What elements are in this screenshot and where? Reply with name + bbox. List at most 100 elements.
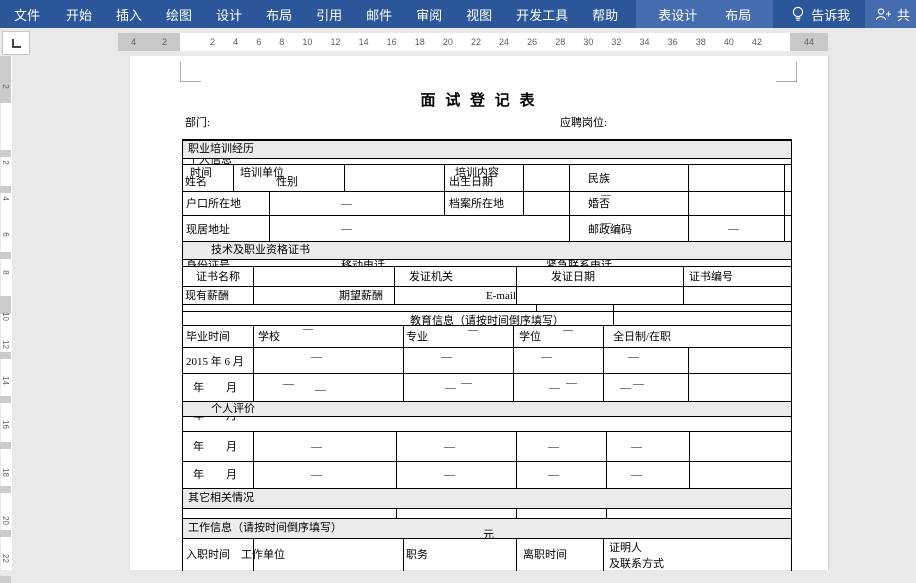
cell-border [513, 348, 514, 373]
vertical-ruler-number: 12 [1, 339, 10, 350]
form-table[interactable]: 职业培训经历 个人信息 时间 姓名 培训单位 性别 培训内容 出生日期 民族 户… [182, 139, 792, 571]
horizontal-ruler[interactable]: 24681012141618202224262830323436384042 [180, 33, 790, 51]
crop-mark-top-right [776, 62, 797, 82]
cell-border [513, 374, 514, 401]
dash-mark: — [549, 383, 560, 394]
year-month-label: 年 月 [193, 469, 237, 482]
cell-border [444, 165, 445, 191]
ghost-dash: — [468, 325, 478, 336]
ruler-number: 30 [583, 33, 593, 51]
cell-border [444, 192, 445, 215]
ribbon-tab[interactable]: 插入 [104, 0, 154, 28]
ruler-number: 4 [131, 33, 136, 51]
dash-mark: — [620, 383, 631, 394]
section-header-education: 教育信息（请按时间倒序填写） [183, 311, 791, 325]
cell-border [683, 287, 684, 304]
vertical-ruler-number: 18 [1, 467, 10, 478]
vertical-ruler-segment [0, 486, 11, 493]
ribbon-tab[interactable]: 邮件 [354, 0, 404, 28]
vertical-ruler-segment [0, 56, 11, 103]
cell-border [516, 432, 517, 461]
address-label: 现居地址 [186, 224, 230, 237]
table-row: 入职时间 工作单位 职务 离职时间 证明人 及联系方式 [183, 538, 791, 571]
ribbon-tab[interactable]: 设计 [204, 0, 254, 28]
tab-stop-selector[interactable] [2, 31, 30, 55]
reference-contact-label: 及联系方式 [609, 558, 664, 571]
cell-border [603, 539, 604, 571]
cell-border [603, 348, 604, 373]
cell-border [269, 216, 270, 241]
vertical-ruler-number: 16 [1, 419, 10, 430]
cert-no-label: 证书编号 [689, 271, 733, 284]
ruler-left-margin[interactable]: 42 [118, 33, 180, 51]
vertical-ruler-number: 8 [1, 267, 10, 278]
cell-border [523, 165, 524, 191]
dash-mark: — [441, 352, 452, 363]
year-month-label: 年 月 [193, 441, 237, 454]
ruler-number: 28 [555, 33, 565, 51]
cell-border [269, 192, 270, 215]
major-label: 专业 [406, 331, 428, 344]
ribbon-tab[interactable]: 引用 [304, 0, 354, 28]
ruler-number: 14 [359, 33, 369, 51]
dash-mark: — [444, 442, 455, 453]
cell-border [513, 326, 514, 347]
birth-date-label: 出生日期 [449, 176, 493, 189]
dash-mark: — [541, 352, 552, 363]
vertical-ruler-segment [0, 530, 11, 537]
table-tools-contextual-tabs: 表设计布局 [636, 0, 773, 28]
department-label: 部门: [185, 114, 210, 130]
ribbon-tab[interactable]: 表设计 [644, 0, 711, 28]
cell-border [394, 267, 395, 286]
dash-mark: — [311, 352, 322, 363]
section-header-other: 其它相关情况 [183, 488, 791, 508]
salary-now-label: 现有薪酬 [185, 290, 229, 303]
ribbon-tabs: 文件开始插入绘图设计布局引用邮件审阅视图开发工具帮助 [0, 0, 630, 28]
ribbon-tab[interactable]: 帮助 [580, 0, 630, 28]
employer-label: 工作单位 [241, 549, 285, 562]
share-button[interactable]: 共 [865, 0, 916, 28]
join-time-label: 入职时间 [186, 549, 230, 562]
degree-label: 学位 [519, 331, 541, 344]
section-work-label: 工作信息（请按时间倒序填写） [188, 522, 342, 535]
ribbon-tab[interactable]: 开发工具 [504, 0, 580, 28]
table-row: 年 月 — — — — [183, 461, 791, 488]
archive-label: 档案所在地 [449, 198, 504, 211]
ribbon-tab[interactable]: 视图 [454, 0, 504, 28]
ribbon-tab[interactable]: 文件 [0, 0, 54, 28]
cell-border [689, 462, 690, 488]
cell-border [606, 432, 607, 461]
ribbon-tab[interactable]: 布局 [711, 0, 765, 28]
ruler-number: 6 [256, 33, 261, 51]
vertical-ruler-segment [0, 252, 11, 259]
cell-border [516, 462, 517, 488]
cell-border [516, 509, 517, 518]
cell-border [253, 267, 254, 286]
cell-border [688, 192, 689, 215]
table-row [183, 508, 791, 518]
ribbon-tab[interactable]: 布局 [254, 0, 304, 28]
ribbon-tab[interactable]: 审阅 [404, 0, 454, 28]
cell-border [784, 192, 785, 215]
tell-me-button[interactable]: 告诉我 [783, 0, 858, 28]
vertical-ruler-number: 6 [1, 229, 10, 240]
reference-label: 证明人 [609, 542, 642, 555]
gender-label: 性别 [276, 176, 298, 189]
cell-border [233, 165, 234, 191]
vertical-ruler[interactable]: 2246810121416182022 [0, 56, 13, 570]
ribbon-tab[interactable]: 开始 [54, 0, 104, 28]
cell-border [253, 539, 254, 571]
vertical-ruler-segment [0, 442, 11, 449]
ribbon-tab[interactable]: 绘图 [154, 0, 204, 28]
document-page[interactable]: 面 试 登 记 表 部门: 应聘岗位: 职业培训经历 个人信息 时间 姓名 培训… [130, 56, 829, 570]
year-month-label: 年 月 [193, 382, 237, 395]
cell-border [784, 216, 785, 241]
cell-border [613, 312, 614, 325]
vertical-ruler-number: 10 [1, 311, 10, 322]
ruler-right-margin[interactable]: 44 [790, 33, 828, 51]
leave-time-label: 离职时间 [523, 549, 567, 562]
ruler-number: 20 [443, 33, 453, 51]
ruler-number: 32 [611, 33, 621, 51]
cell-border [394, 287, 395, 304]
email-label: E-mail [486, 290, 516, 303]
